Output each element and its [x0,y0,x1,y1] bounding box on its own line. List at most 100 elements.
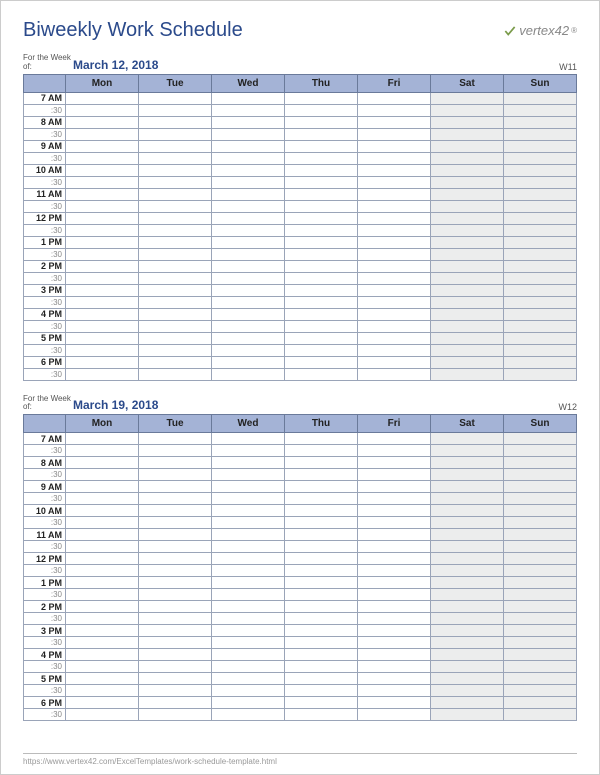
schedule-cell[interactable] [285,601,358,613]
schedule-cell[interactable] [139,128,212,140]
schedule-cell[interactable] [431,625,504,637]
schedule-cell[interactable] [139,152,212,164]
schedule-cell[interactable] [431,637,504,649]
schedule-cell[interactable] [431,344,504,356]
schedule-cell[interactable] [358,224,431,236]
schedule-cell[interactable] [504,709,577,721]
schedule-cell[interactable] [66,368,139,380]
schedule-cell[interactable] [212,272,285,284]
schedule-cell[interactable] [431,128,504,140]
schedule-cell[interactable] [431,601,504,613]
schedule-cell[interactable] [504,433,577,445]
schedule-cell[interactable] [285,613,358,625]
schedule-cell[interactable] [212,200,285,212]
schedule-cell[interactable] [285,685,358,697]
schedule-cell[interactable] [285,200,358,212]
schedule-cell[interactable] [139,625,212,637]
schedule-cell[interactable] [66,260,139,272]
schedule-cell[interactable] [431,308,504,320]
schedule-cell[interactable] [358,661,431,673]
schedule-cell[interactable] [285,637,358,649]
schedule-cell[interactable] [139,92,212,104]
schedule-cell[interactable] [431,320,504,332]
schedule-cell[interactable] [212,433,285,445]
schedule-cell[interactable] [66,637,139,649]
schedule-cell[interactable] [431,613,504,625]
schedule-cell[interactable] [504,272,577,284]
schedule-cell[interactable] [358,433,431,445]
schedule-cell[interactable] [212,505,285,517]
schedule-cell[interactable] [139,529,212,541]
schedule-cell[interactable] [358,152,431,164]
schedule-cell[interactable] [504,332,577,344]
schedule-cell[interactable] [504,200,577,212]
schedule-cell[interactable] [285,344,358,356]
schedule-cell[interactable] [285,188,358,200]
schedule-cell[interactable] [431,140,504,152]
schedule-cell[interactable] [285,332,358,344]
schedule-cell[interactable] [212,469,285,481]
schedule-cell[interactable] [285,272,358,284]
schedule-cell[interactable] [504,553,577,565]
schedule-cell[interactable] [212,332,285,344]
schedule-cell[interactable] [66,517,139,529]
schedule-cell[interactable] [358,92,431,104]
schedule-cell[interactable] [431,368,504,380]
schedule-cell[interactable] [431,433,504,445]
schedule-cell[interactable] [66,505,139,517]
schedule-cell[interactable] [212,356,285,368]
schedule-cell[interactable] [358,493,431,505]
schedule-cell[interactable] [212,344,285,356]
schedule-cell[interactable] [358,344,431,356]
schedule-cell[interactable] [66,577,139,589]
schedule-cell[interactable] [139,541,212,553]
schedule-cell[interactable] [431,284,504,296]
schedule-cell[interactable] [504,649,577,661]
schedule-cell[interactable] [285,505,358,517]
schedule-cell[interactable] [504,517,577,529]
schedule-cell[interactable] [358,200,431,212]
schedule-cell[interactable] [285,92,358,104]
schedule-cell[interactable] [212,529,285,541]
schedule-cell[interactable] [212,481,285,493]
schedule-cell[interactable] [66,344,139,356]
schedule-cell[interactable] [66,697,139,709]
schedule-cell[interactable] [431,541,504,553]
schedule-cell[interactable] [285,565,358,577]
schedule-cell[interactable] [358,212,431,224]
schedule-cell[interactable] [431,332,504,344]
schedule-cell[interactable] [285,649,358,661]
schedule-cell[interactable] [285,140,358,152]
schedule-cell[interactable] [431,212,504,224]
schedule-cell[interactable] [139,308,212,320]
schedule-cell[interactable] [66,332,139,344]
schedule-cell[interactable] [358,685,431,697]
schedule-cell[interactable] [66,320,139,332]
schedule-cell[interactable] [139,517,212,529]
schedule-cell[interactable] [504,152,577,164]
schedule-cell[interactable] [285,152,358,164]
schedule-cell[interactable] [285,661,358,673]
schedule-cell[interactable] [66,553,139,565]
schedule-cell[interactable] [212,284,285,296]
schedule-cell[interactable] [66,685,139,697]
schedule-cell[interactable] [66,445,139,457]
schedule-cell[interactable] [66,188,139,200]
schedule-cell[interactable] [358,188,431,200]
schedule-cell[interactable] [139,493,212,505]
schedule-cell[interactable] [212,601,285,613]
schedule-cell[interactable] [285,433,358,445]
schedule-cell[interactable] [139,296,212,308]
schedule-cell[interactable] [431,236,504,248]
schedule-cell[interactable] [285,320,358,332]
schedule-cell[interactable] [212,613,285,625]
schedule-cell[interactable] [358,176,431,188]
schedule-cell[interactable] [358,284,431,296]
schedule-cell[interactable] [504,673,577,685]
schedule-cell[interactable] [504,661,577,673]
schedule-cell[interactable] [139,673,212,685]
schedule-cell[interactable] [431,577,504,589]
schedule-cell[interactable] [139,469,212,481]
schedule-cell[interactable] [66,709,139,721]
schedule-cell[interactable] [504,320,577,332]
